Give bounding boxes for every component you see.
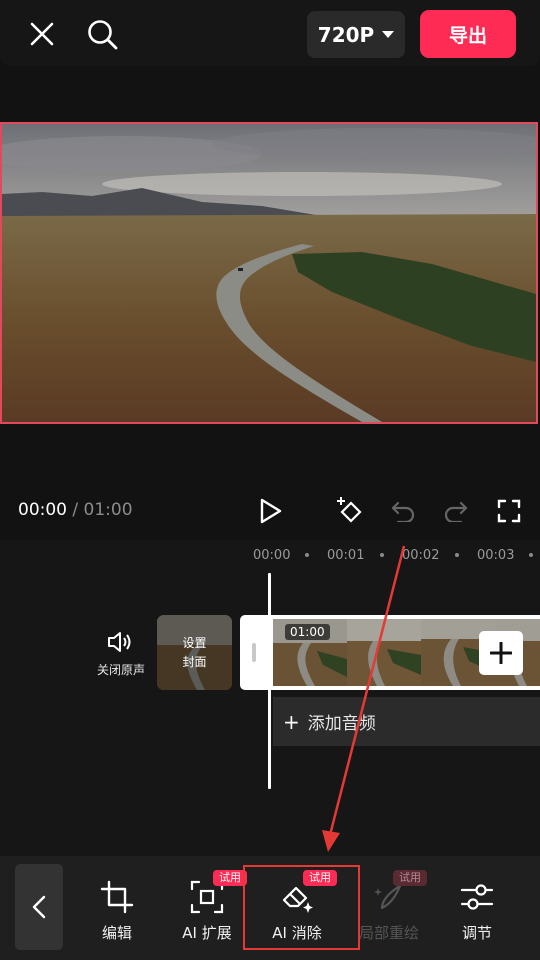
crop-icon [100, 880, 134, 914]
resolution-value: 720P [317, 22, 375, 47]
cover-label: 设置 封面 [157, 615, 232, 690]
tool-ai-expand[interactable]: AI 扩展 [167, 880, 247, 943]
ruler-dot [305, 553, 309, 557]
trim-handle[interactable] [252, 643, 256, 662]
total-time: 01:00 [83, 500, 133, 520]
play-icon[interactable] [256, 496, 286, 526]
time-display: 00:00 / 01:00 [18, 500, 133, 520]
trial-badge: 试用 [213, 870, 247, 886]
trial-badge: 试用 [393, 870, 427, 886]
chevron-left-icon [32, 895, 46, 919]
tool-label: 调节 [461, 924, 492, 942]
plus-icon: + [283, 709, 300, 734]
add-keyframe-icon[interactable] [334, 494, 366, 526]
ruler-label: 00:01 [327, 548, 365, 563]
export-label: 导出 [448, 24, 487, 47]
ruler-label: 00:02 [402, 548, 440, 563]
add-clip-button[interactable] [479, 631, 523, 675]
add-audio-label: 添加音频 [307, 714, 376, 734]
tool-local-repaint[interactable]: 局部重绘 [349, 880, 429, 943]
caret-down-icon [382, 30, 395, 38]
search-icon[interactable] [84, 16, 120, 52]
time-separator: / [72, 500, 79, 520]
back-button[interactable] [15, 864, 63, 950]
video-preview[interactable] [0, 122, 538, 424]
thumbnail-frame [347, 619, 421, 686]
set-cover-button[interactable]: 设置 封面 [157, 615, 232, 690]
plus-icon [490, 642, 512, 664]
ruler-label: 00:00 [253, 548, 291, 563]
highlight-box [243, 865, 360, 950]
ruler-dot [529, 553, 533, 557]
cover-label-line2: 封面 [182, 654, 207, 669]
ruler-dot [455, 553, 459, 557]
clip-duration-badge: 01:00 [285, 624, 330, 640]
redo-icon[interactable] [441, 497, 471, 525]
mute-original-sound-label[interactable]: 关闭原声 [90, 661, 152, 678]
ruler-label: 00:03 [477, 548, 515, 563]
tool-label: 局部重绘 [358, 924, 419, 942]
resolution-dropdown[interactable]: 720P [307, 11, 405, 58]
export-button[interactable]: 导出 [420, 10, 516, 58]
tool-adjust[interactable]: 调节 [437, 880, 517, 943]
current-time: 00:00 [18, 500, 67, 520]
landscape-frame [2, 124, 536, 422]
add-audio-button[interactable]: + 添加音频 [273, 697, 540, 746]
close-icon[interactable] [26, 18, 58, 50]
tool-label: AI 扩展 [182, 924, 232, 942]
speaker-icon[interactable] [105, 628, 135, 656]
tool-label: 编辑 [101, 924, 132, 942]
playhead[interactable] [268, 573, 271, 789]
undo-icon[interactable] [388, 497, 418, 525]
ruler-dot [380, 553, 384, 557]
cover-label-line1: 设置 [182, 635, 207, 650]
fullscreen-icon[interactable] [495, 497, 523, 525]
tool-edit[interactable]: 编辑 [77, 880, 157, 943]
sliders-icon [460, 884, 494, 910]
